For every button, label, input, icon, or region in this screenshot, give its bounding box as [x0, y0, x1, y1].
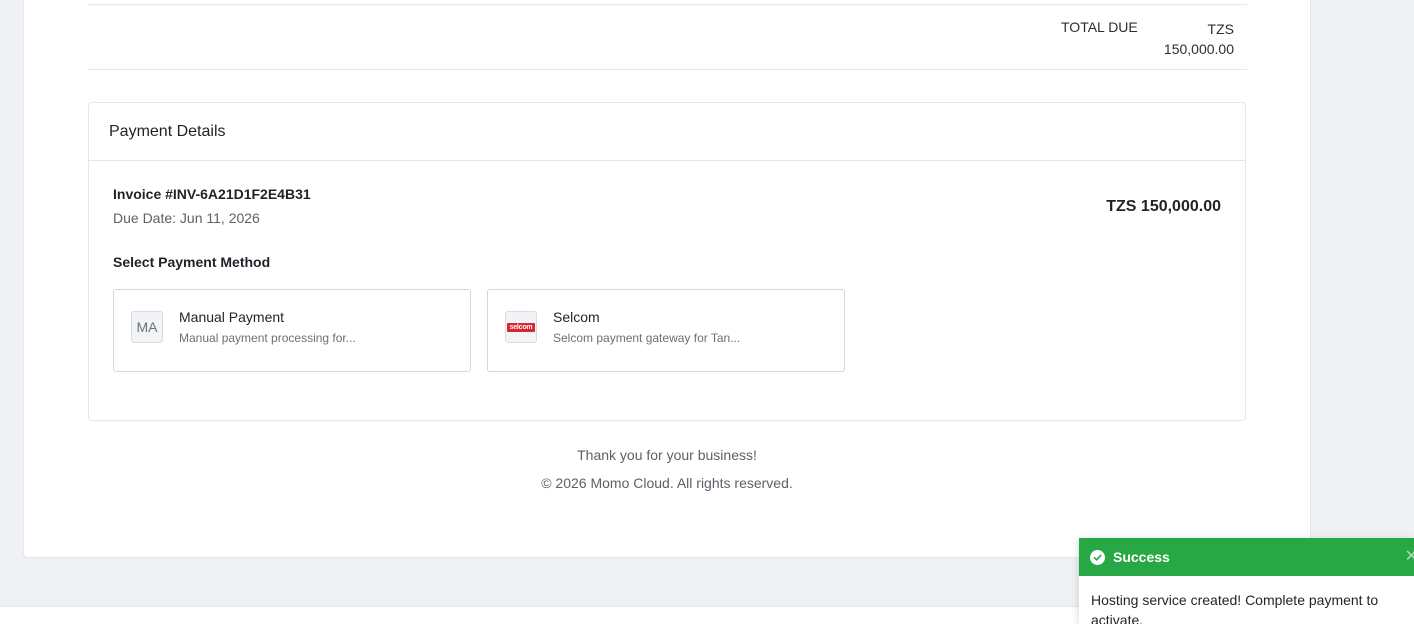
payment-details-panel: Payment Details Invoice #INV-6A21D1F2E4B…	[88, 102, 1246, 421]
check-circle-icon	[1090, 549, 1105, 565]
toast-title: Success	[1113, 549, 1170, 565]
success-toast: Success ✕ Hosting service created! Compl…	[1079, 538, 1414, 624]
payment-method-description: Selcom payment gateway for Tan...	[553, 331, 741, 345]
payment-method-description: Manual payment processing for...	[179, 331, 356, 345]
total-due-currency: TZS	[1207, 21, 1234, 37]
payment-method-name: Manual Payment	[179, 309, 285, 325]
copyright: © 2026 Momo Cloud. All rights reserved.	[541, 475, 793, 491]
payment-method-name: Selcom	[553, 309, 600, 325]
total-due-amount: 150,000.00	[1163, 41, 1234, 57]
total-due-value: TZS 150,000.00	[1134, 19, 1234, 59]
total-due-label: TOTAL DUE	[1061, 19, 1138, 35]
payment-details-title: Payment Details	[89, 103, 1245, 161]
toast-message: Hosting service created! Complete paymen…	[1091, 592, 1379, 624]
close-icon[interactable]: ✕	[1405, 549, 1414, 565]
selcom-logo: selcom	[505, 311, 537, 343]
toast-header: Success ✕	[1079, 538, 1414, 576]
invoice-number: Invoice #INV-6A21D1F2E4B31	[113, 186, 311, 202]
select-payment-method-label: Select Payment Method	[113, 254, 271, 270]
payment-method-selcom[interactable]: selcom Selcom Selcom payment gateway for…	[487, 289, 845, 372]
thank-you-message: Thank you for your business!	[577, 447, 757, 463]
due-date: Due Date: Jun 11, 2026	[113, 210, 260, 226]
manual-payment-logo: MA	[131, 311, 163, 343]
total-due-row: TOTAL DUE TZS 150,000.00	[88, 4, 1247, 70]
payment-method-manual[interactable]: MA Manual Payment Manual payment process…	[113, 289, 471, 372]
invoice-amount: TZS 150,000.00	[1106, 198, 1221, 215]
selcom-logo-mark: selcom	[507, 322, 535, 332]
